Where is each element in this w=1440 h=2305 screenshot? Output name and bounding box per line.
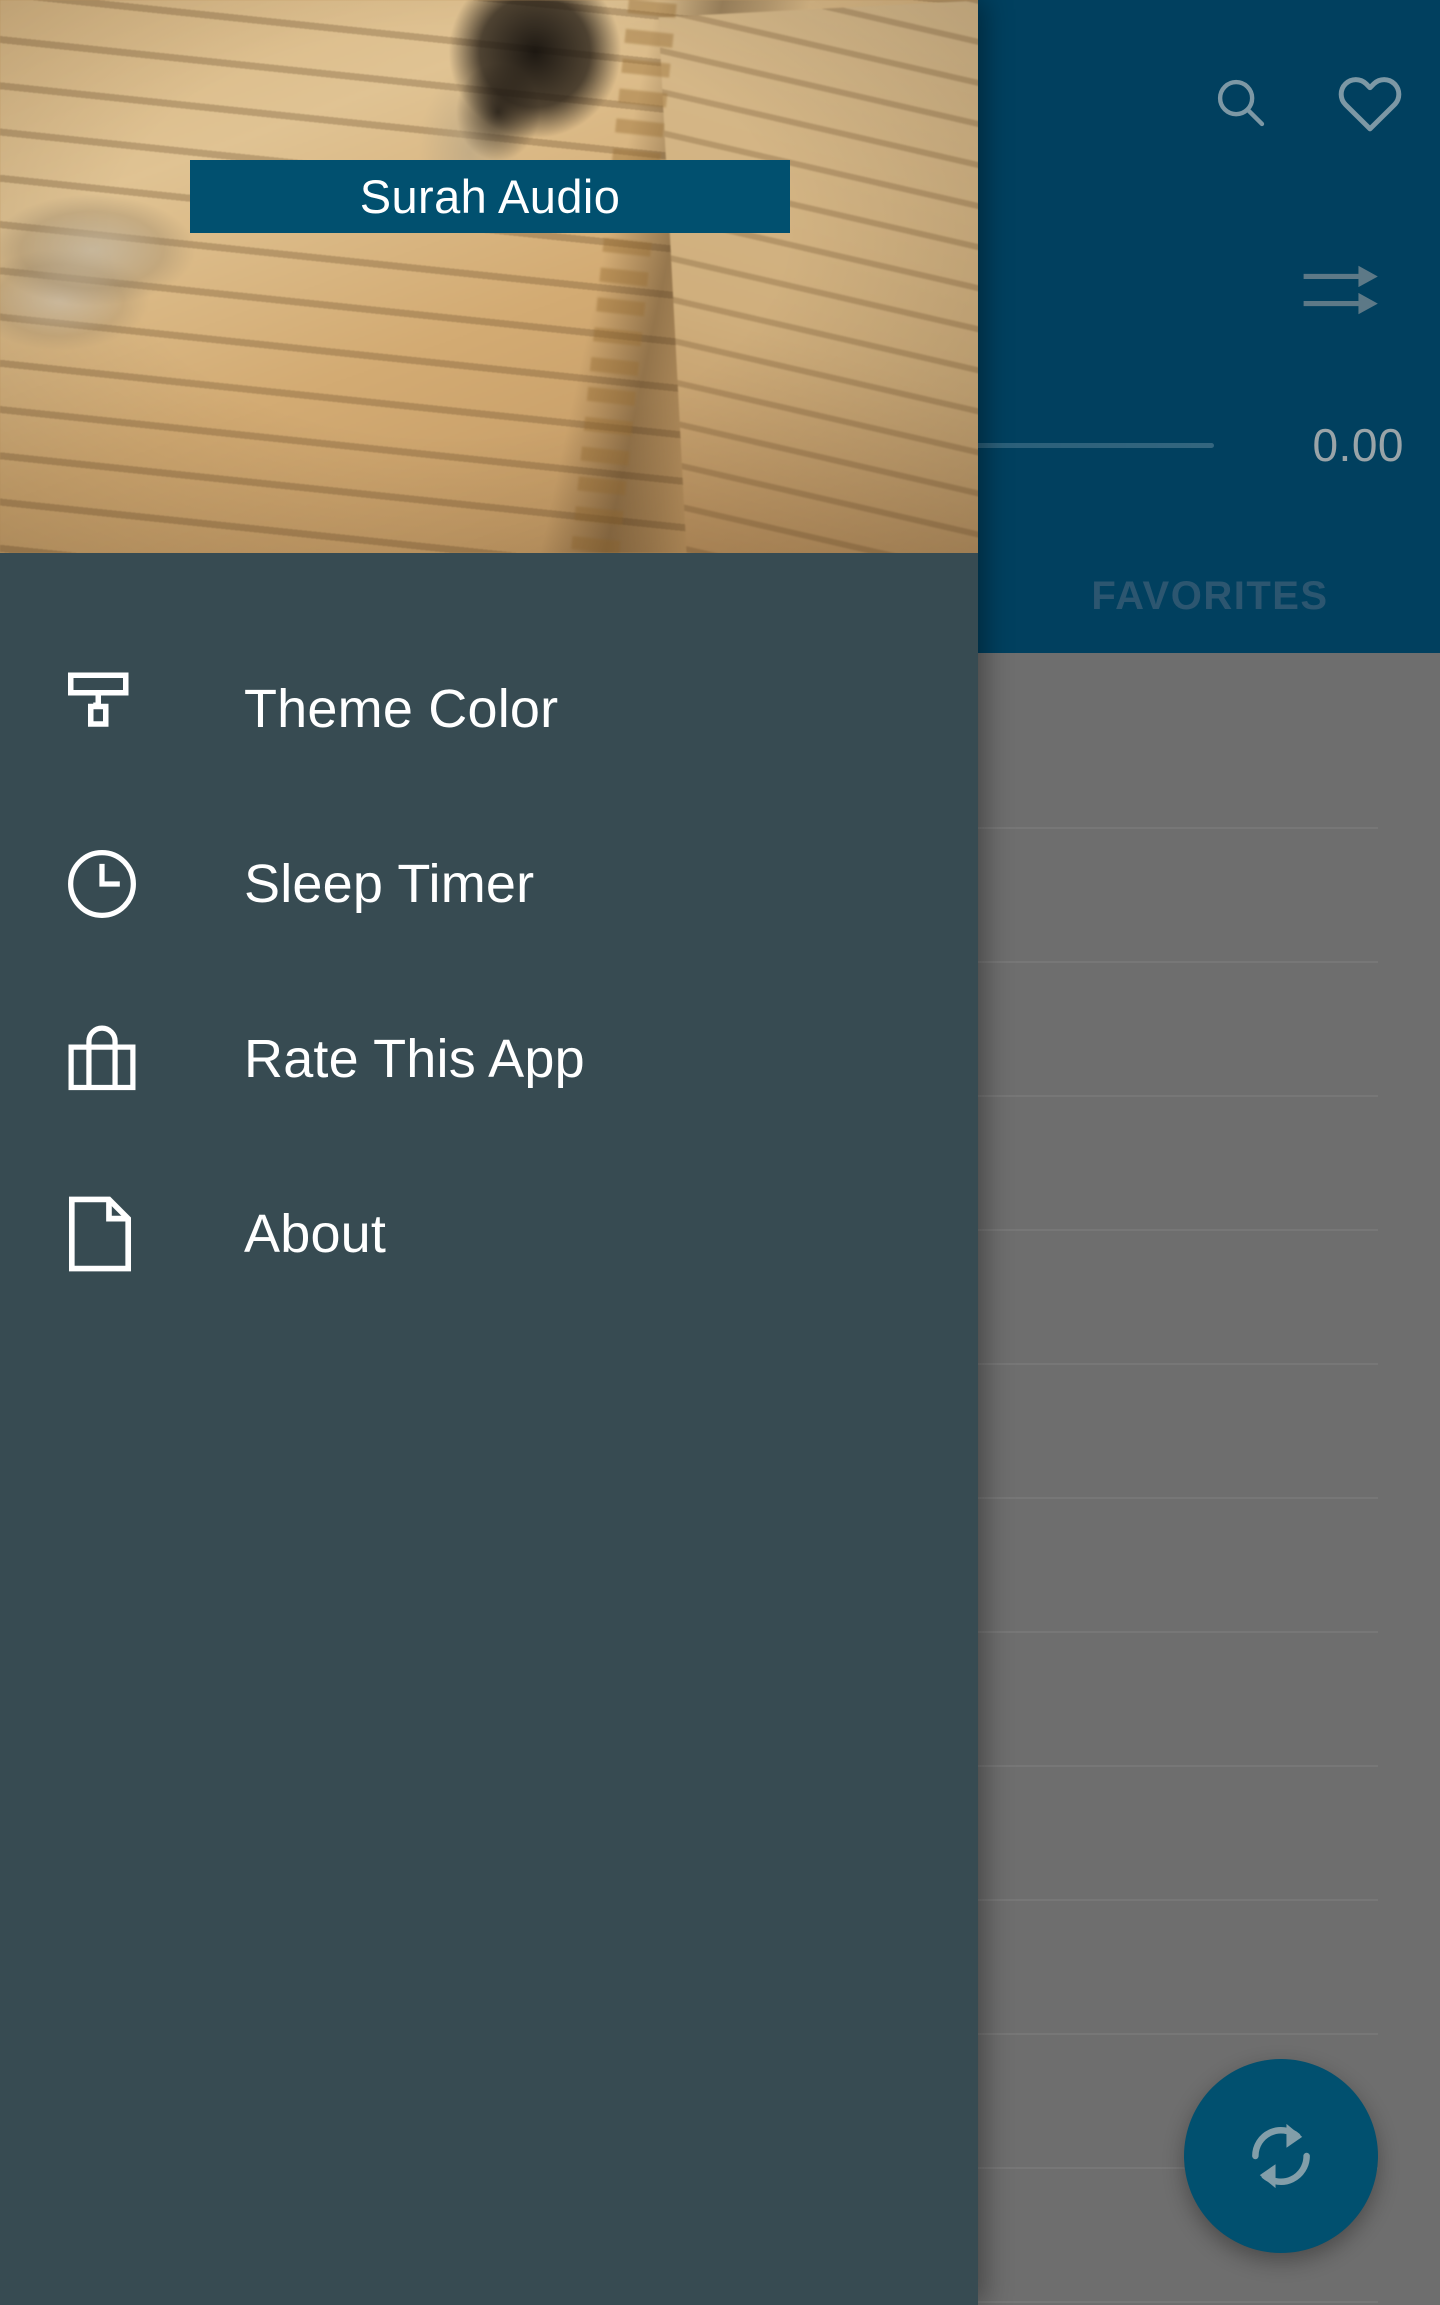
drawer-item-label: Sleep Timer	[244, 853, 535, 914]
clock-icon	[64, 846, 144, 922]
drawer-item-sleep-timer[interactable]: Sleep Timer	[0, 796, 978, 971]
drawer-header: Surah Audio	[0, 0, 978, 553]
refresh-sync-icon	[1240, 2115, 1322, 2197]
heart-icon[interactable]	[1328, 60, 1412, 144]
search-icon[interactable]	[1198, 60, 1282, 144]
quran-photo-vignette	[0, 0, 978, 553]
shopping-bag-icon	[64, 1021, 144, 1097]
paint-roller-icon	[64, 669, 144, 749]
tab-favorites[interactable]: FAVORITES	[980, 540, 1440, 619]
drawer-item-label: About	[244, 1203, 387, 1264]
navigation-drawer: Surah Audio Theme Color Sleep Timer Rate…	[0, 0, 978, 2305]
current-time-label: 0.00	[1312, 419, 1404, 471]
drawer-menu: Theme Color Sleep Timer Rate This App Ab…	[0, 553, 978, 1321]
drawer-item-rate-this-app[interactable]: Rate This App	[0, 971, 978, 1146]
app-bar-actions	[1198, 60, 1412, 144]
app-root: 0.00 ST FAVORITES	[0, 0, 1440, 2305]
repeat-arrows-icon[interactable]	[1286, 240, 1396, 340]
document-icon	[64, 1193, 144, 1275]
drawer-item-label: Rate This App	[244, 1028, 585, 1089]
drawer-item-about[interactable]: About	[0, 1146, 978, 1321]
refresh-fab-button[interactable]	[1184, 2059, 1378, 2253]
drawer-title-banner: Surah Audio	[190, 160, 790, 233]
drawer-title: Surah Audio	[359, 170, 621, 223]
drawer-item-label: Theme Color	[244, 678, 559, 739]
drawer-item-theme-color[interactable]: Theme Color	[0, 621, 978, 796]
